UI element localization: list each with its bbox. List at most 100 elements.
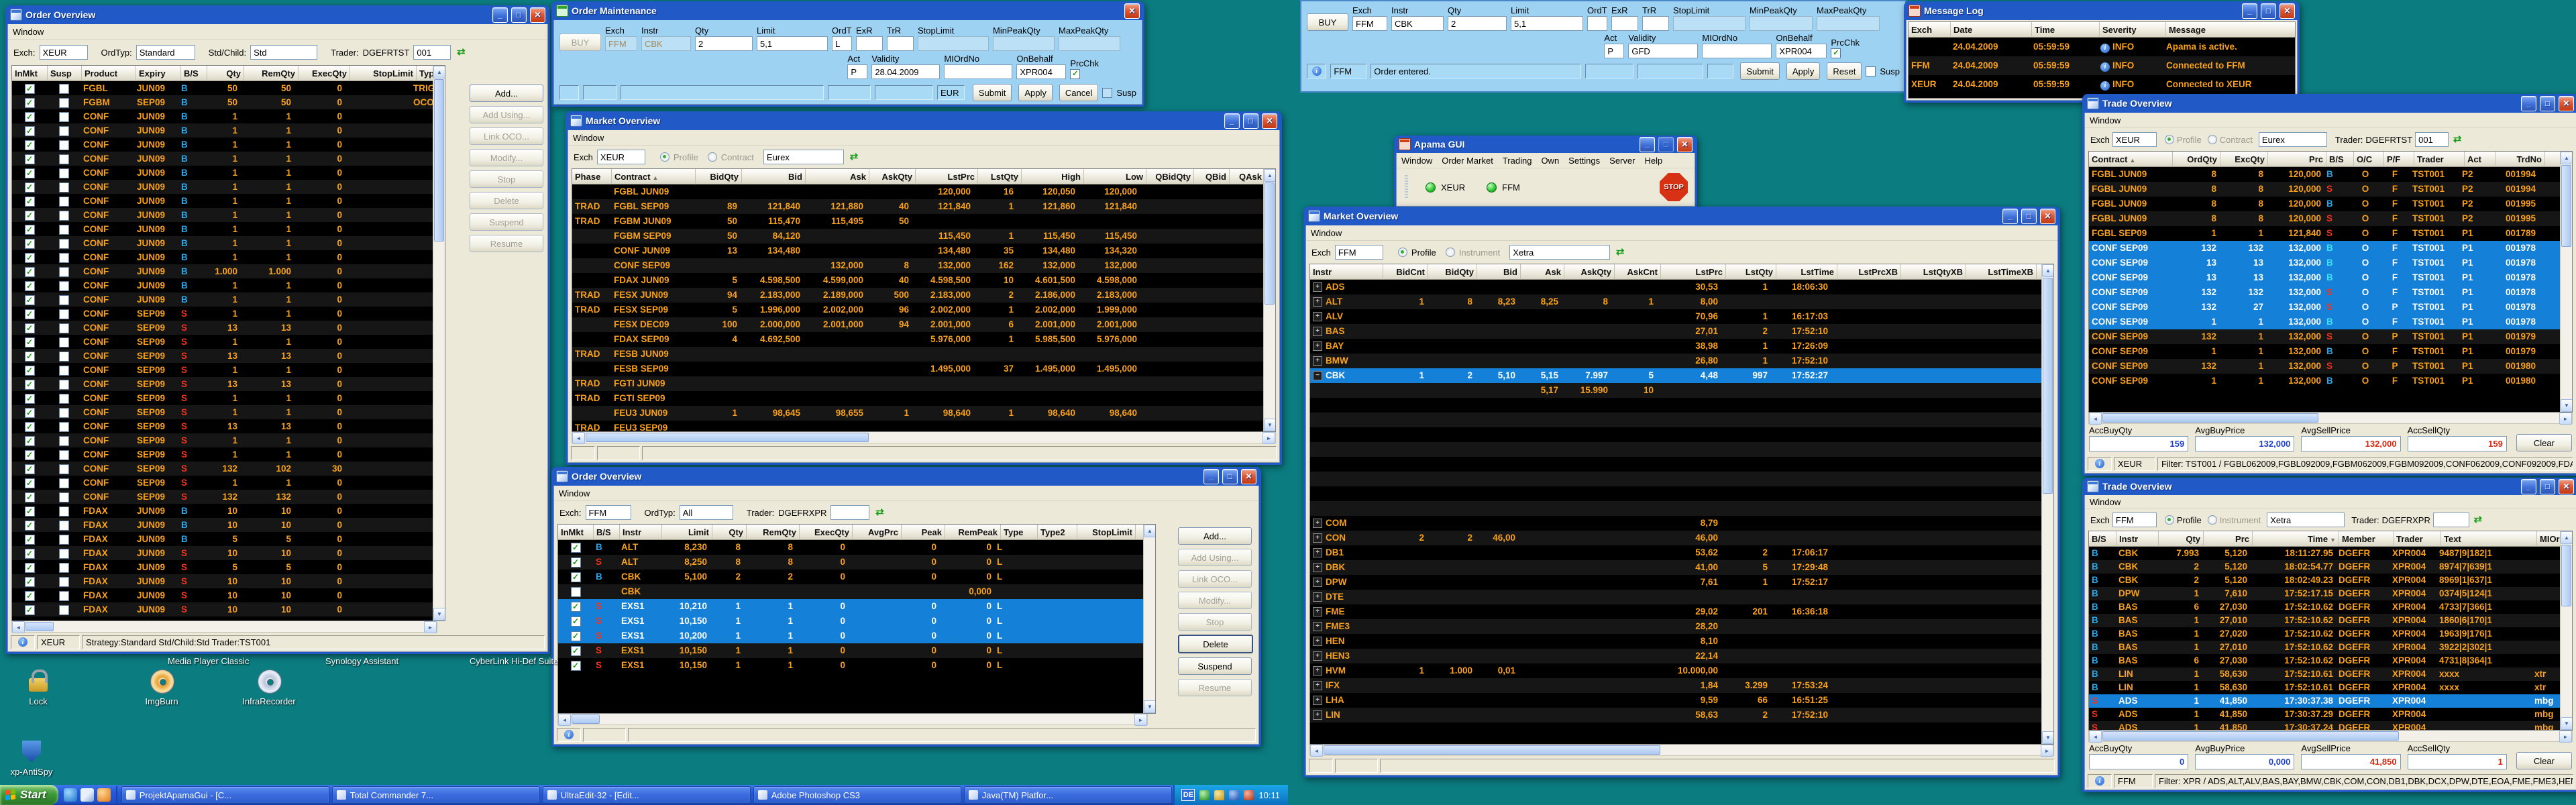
row-checkbox[interactable]	[59, 323, 69, 333]
stdchild-field[interactable]: Std	[250, 45, 317, 60]
close-button[interactable]: ✕	[2559, 479, 2574, 494]
row-checkbox[interactable]: ✓	[25, 267, 35, 277]
scroll-down-icon[interactable]: ▼	[2042, 731, 2054, 744]
profile-field[interactable]: Eurex	[2259, 132, 2327, 147]
table-row[interactable]	[1310, 427, 2041, 442]
row-checkbox[interactable]	[59, 380, 69, 390]
table-row[interactable]: SADS141,85017:30:37.29DGEFRXPR004mbg	[2089, 708, 2560, 721]
row-checkbox[interactable]: ✓	[25, 197, 35, 207]
instrument-radio[interactable]	[1446, 248, 1455, 257]
prcchk-checkbox[interactable]: ✓	[1070, 69, 1080, 79]
table-row[interactable]: CONF SEP091313132,000BOFTST001P100197836…	[2089, 256, 2560, 270]
scroll-up-icon[interactable]: ▲	[2042, 264, 2054, 277]
menu-window[interactable]: Window	[573, 133, 604, 143]
table-row[interactable]: ✓FDAXJUN09B10100	[12, 504, 433, 518]
column-header[interactable]: Member	[2339, 531, 2394, 547]
table-row[interactable]: TRADFESX SEP0951.996,0002.002,000962.002…	[572, 303, 1263, 317]
column-header[interactable]: QBidQty	[1146, 169, 1194, 184]
table-row[interactable]: ✓SEXS110,21011000L	[558, 599, 1143, 614]
row-checkbox[interactable]	[59, 239, 69, 249]
table-row[interactable]: ✓CONFJUN09B110	[12, 278, 433, 292]
column-header[interactable]: OrdNo	[2545, 152, 2560, 167]
column-header[interactable]: Ask	[806, 169, 869, 184]
exch-field[interactable]: FFM	[586, 505, 631, 520]
table-row[interactable]: ✓SEXS110,20011000L	[558, 629, 1143, 643]
row-checkbox[interactable]: ✓	[25, 408, 35, 418]
row-checkbox[interactable]	[59, 506, 69, 517]
column-header[interactable]: P/F	[2384, 152, 2414, 167]
miordno-field[interactable]	[1702, 44, 1772, 58]
refresh-icon[interactable]: ⇄	[2451, 133, 2463, 146]
row-checkbox[interactable]	[59, 352, 69, 362]
column-header[interactable]: LstTimeXB	[1966, 264, 2037, 280]
row-checkbox[interactable]	[59, 450, 69, 460]
column-header[interactable]: Phase	[572, 169, 612, 184]
table-row[interactable]: BCBK25,12018:02:49.23DGEFRXPR0048969|1|6…	[2089, 574, 2560, 587]
onbehalf-field[interactable]: XPR004	[1016, 64, 1066, 79]
row-checkbox[interactable]	[59, 605, 69, 615]
profile-field[interactable]: Eurex	[763, 150, 844, 164]
scroll-right-icon[interactable]: ►	[1134, 714, 1147, 726]
table-row[interactable]: CONF SEP091321132,000SOPTST001P100198036…	[2089, 359, 2560, 374]
show-desktop-icon[interactable]	[80, 788, 94, 802]
scroll-up-icon[interactable]: ▲	[2561, 152, 2573, 164]
column-header[interactable]: Ask	[1521, 264, 1564, 280]
title-bar[interactable]: Order Overview _ □ ✕	[553, 467, 1259, 486]
column-header[interactable]: Type	[417, 66, 433, 81]
row-checkbox[interactable]: ✓	[25, 140, 35, 150]
table-row[interactable]: +LHA9,596616:51:25	[1310, 693, 2041, 708]
menu-item[interactable]: Settings	[1568, 156, 1600, 166]
row-checkbox[interactable]	[59, 84, 69, 94]
ordtyp-field[interactable]: Standard	[136, 45, 195, 60]
column-header[interactable]: Qty	[2159, 531, 2204, 547]
table-row[interactable]: +IFX1,843.29917:53:24	[1310, 678, 2041, 693]
table-row[interactable]: BBAS127,01017:52:10.62DGEFRXPR0041860|6|…	[2089, 614, 2560, 627]
table-row[interactable]	[1310, 457, 2041, 472]
row-checkbox[interactable]	[59, 168, 69, 178]
row-checkbox[interactable]: ✓	[25, 239, 35, 249]
column-header[interactable]: LstQty	[1726, 264, 1776, 280]
scroll-left-icon[interactable]: ◄	[558, 714, 571, 726]
ordt-field[interactable]: L	[832, 36, 852, 51]
column-header[interactable]: Bid	[742, 169, 806, 184]
close-button[interactable]: ✕	[1241, 469, 1256, 484]
row-checkbox[interactable]	[59, 112, 69, 122]
column-header[interactable]: LstPrcMP	[2037, 264, 2041, 280]
desktop-label[interactable]: Media Player Classic	[168, 656, 249, 666]
table-row[interactable]	[1310, 442, 2041, 457]
table-row[interactable]: ✓CONFSEP09S110	[12, 363, 433, 377]
column-header[interactable]: BidQty	[1428, 264, 1477, 280]
column-header[interactable]: AskCnt	[1615, 264, 1661, 280]
column-header[interactable]: Contract▲	[612, 169, 696, 184]
table-row[interactable]: FGBL JUN09120,00016120,050120,000	[572, 184, 1263, 199]
row-checkbox[interactable]: ✓	[25, 281, 35, 291]
table-row[interactable]: TRADFESB JUN09	[572, 347, 1263, 362]
close-button[interactable]: ✕	[1124, 3, 1140, 19]
trader-no-field[interactable]: 001	[413, 45, 451, 60]
table-row[interactable]: TRADFEU3 SEP09	[572, 421, 1263, 431]
table-row[interactable]: +BAY38,98117:26:09	[1310, 339, 2041, 354]
button-submit[interactable]: Submit	[1740, 62, 1779, 80]
row-checkbox[interactable]: ✓	[571, 646, 581, 656]
row-checkbox[interactable]	[59, 492, 69, 502]
minimize-button[interactable]: _	[2521, 96, 2536, 111]
row-checkbox[interactable]	[59, 563, 69, 573]
table-row[interactable]: +COM8,79	[1310, 516, 2041, 531]
expand-icon[interactable]: +	[1313, 637, 1322, 646]
maximize-button[interactable]: □	[1243, 113, 1258, 129]
row-checkbox[interactable]	[59, 281, 69, 291]
expand-icon[interactable]: +	[1313, 548, 1322, 557]
table-row[interactable]: +FME29,0220116:36:18	[1310, 604, 2041, 619]
horizontal-scrollbar[interactable]: ◄ ►	[1309, 745, 2054, 756]
menu-item[interactable]: Trading	[1503, 156, 1532, 166]
table-row[interactable]: +ADS30,53118:06:30	[1310, 280, 2041, 294]
horizontal-scrollbar[interactable]: ◄ ►	[572, 432, 1276, 443]
row-checkbox[interactable]: ✓	[571, 543, 581, 553]
close-button[interactable]: ✕	[2279, 3, 2295, 19]
row-checkbox[interactable]: ✓	[25, 295, 35, 305]
table-row[interactable]: ✓CONFSEP09S110	[12, 447, 433, 462]
row-checkbox[interactable]: ✓	[571, 557, 581, 568]
button-resume[interactable]: Resume	[1178, 679, 1252, 696]
column-header[interactable]: StopLimit	[350, 66, 417, 81]
horizontal-scrollbar[interactable]: ◄ ►	[11, 621, 437, 633]
